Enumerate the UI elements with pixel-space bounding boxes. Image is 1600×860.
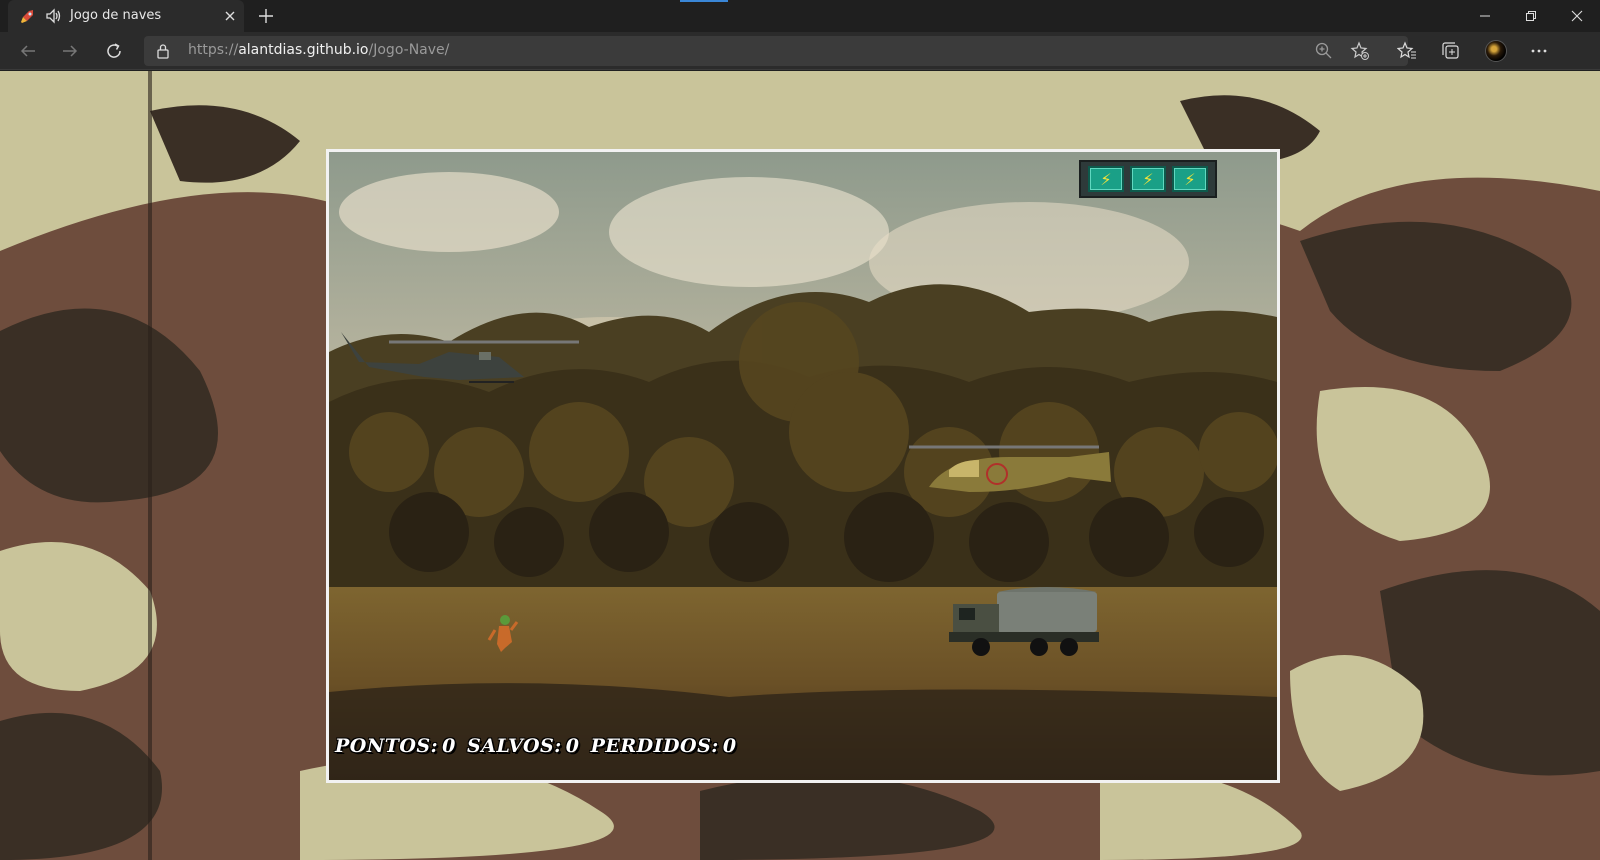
energy-cell: ⚡ — [1172, 166, 1208, 192]
tab-bar: Jogo de naves — [0, 0, 1600, 32]
energy-cell: ⚡ — [1130, 166, 1166, 192]
zoom-icon[interactable] — [1314, 41, 1334, 61]
url-text[interactable]: https://alantdias.github.io/Jogo-Nave/ — [188, 42, 449, 58]
collections-button[interactable] — [1440, 40, 1462, 62]
perdidos-value: 0 — [722, 735, 737, 757]
avatar[interactable] — [1485, 40, 1507, 62]
game-scene — [329, 152, 1277, 780]
close-window-button[interactable] — [1554, 0, 1600, 32]
close-window-icon — [1571, 10, 1583, 22]
plus-icon[interactable] — [256, 6, 276, 26]
arrow-right-icon — [63, 45, 78, 57]
perdidos-label: PERDIDOS: — [590, 735, 719, 757]
minimize-button[interactable] — [1462, 0, 1508, 32]
star-plus-icon[interactable] — [1350, 41, 1370, 61]
energy-cell: ⚡ — [1088, 166, 1124, 192]
reload-button[interactable] — [102, 39, 126, 63]
address-bar[interactable]: https://alantdias.github.io/Jogo-Nave/ — [144, 36, 1408, 66]
score-board: PONTOS: 0 SALVOS: 0 PERDIDOS: 0 — [335, 735, 741, 757]
reload-icon — [107, 43, 121, 58]
pontos-value: 0 — [442, 735, 456, 757]
url-path: /Jogo-Nave/ — [368, 42, 450, 58]
url-host: alantdias.github.io — [238, 42, 369, 58]
salvos-value: 0 — [565, 735, 580, 757]
tab-title: Jogo de naves — [70, 8, 162, 23]
pontos-label: PONTOS: — [335, 735, 439, 757]
restore-button[interactable] — [1508, 0, 1554, 32]
browser-tab[interactable]: Jogo de naves — [8, 0, 244, 32]
window-accent — [680, 0, 728, 2]
favorites-icon — [1397, 41, 1416, 59]
rocket-icon — [21, 10, 33, 23]
lock-icon[interactable] — [156, 43, 170, 59]
back-button[interactable] — [16, 39, 40, 63]
menu-button[interactable] — [1528, 40, 1550, 62]
energy-bar: ⚡ ⚡ ⚡ — [1079, 160, 1217, 198]
collections-icon — [1442, 42, 1459, 59]
page-viewport: ⚡ ⚡ ⚡ PONTOS: 0 SALVOS: 0 PERDIDOS: 0 — [0, 71, 1600, 860]
game-area[interactable]: ⚡ ⚡ ⚡ PONTOS: 0 SALVOS: 0 PERDIDOS: 0 — [326, 149, 1280, 783]
restore-icon — [1526, 11, 1536, 21]
url-prefix: https:// — [188, 42, 239, 58]
forward-button[interactable] — [58, 39, 82, 63]
salvos-label: SALVOS: — [467, 735, 562, 757]
browser-toolbar: https://alantdias.github.io/Jogo-Nave/ — [0, 32, 1600, 70]
arrow-left-icon — [20, 45, 35, 57]
close-icon[interactable] — [222, 8, 238, 24]
more-icon — [1531, 49, 1547, 53]
minimize-icon — [1480, 15, 1490, 17]
favorites-button[interactable] — [1396, 40, 1418, 62]
speaker-icon[interactable] — [44, 7, 62, 25]
